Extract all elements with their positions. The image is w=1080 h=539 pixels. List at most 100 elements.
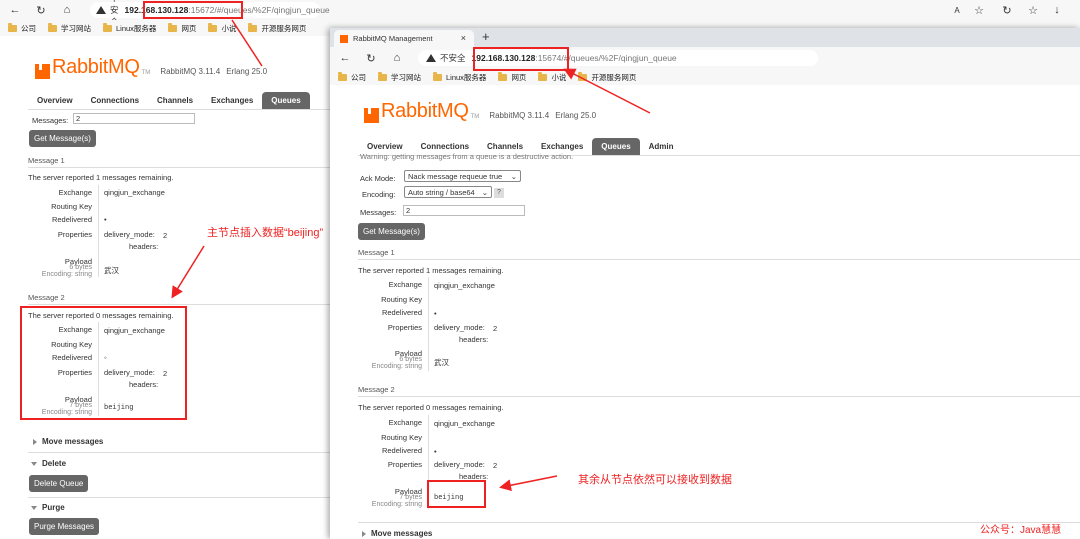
main-node-annotation: 主节点插入数据“beijing” bbox=[207, 227, 324, 239]
encoding-label: Encoding: bbox=[362, 190, 396, 199]
back-nav-tabs: Overview Connections Channels Exchanges … bbox=[28, 92, 330, 110]
m1-headers-label: headers: bbox=[129, 242, 159, 251]
download-icon[interactable]: ↓ bbox=[1048, 1, 1066, 19]
home-icon[interactable]: ⌂ bbox=[388, 49, 406, 67]
move-messages-section[interactable]: Move messages bbox=[33, 437, 103, 446]
messages-input[interactable]: 2 bbox=[73, 113, 195, 124]
folder-icon bbox=[248, 22, 258, 32]
bookmark-linux[interactable]: Linux服务器 bbox=[433, 71, 486, 83]
folder-icon bbox=[168, 22, 178, 32]
tab-overview[interactable]: Overview bbox=[28, 92, 82, 109]
message-2-highlight-box bbox=[20, 306, 187, 420]
collections-icon[interactable]: ☆ bbox=[1024, 1, 1042, 19]
divider bbox=[358, 396, 1080, 397]
move-messages-section[interactable]: Move messages bbox=[362, 529, 432, 538]
tab-channels[interactable]: Channels bbox=[148, 92, 202, 109]
help-icon[interactable]: ? bbox=[494, 188, 504, 198]
rabbitmq-favicon-icon bbox=[340, 34, 348, 43]
m1-redelivered-label: Redelivered bbox=[381, 308, 422, 317]
rabbitmq-logo-icon bbox=[364, 108, 379, 123]
ack-mode-select[interactable]: Nack message requeue true ⌄ bbox=[404, 170, 521, 182]
bookmark-opensource[interactable]: 开源服务网页 bbox=[578, 71, 636, 83]
m2-properties-label: Properties bbox=[387, 460, 422, 469]
front-url-highlight-box bbox=[473, 47, 569, 71]
front-bookmarks-bar: 公司 学习网站 Linux服务器 网页 小说 开源服务网页 bbox=[330, 69, 1080, 85]
encoding-select[interactable]: Auto string / base64 ⌄ bbox=[404, 186, 492, 198]
bookmark-company[interactable]: 公司 bbox=[338, 71, 366, 83]
reload-icon[interactable]: ↻ bbox=[362, 49, 380, 67]
tab-admin[interactable]: Admin bbox=[640, 138, 683, 155]
m2-redelivered-label: Redelivered bbox=[381, 446, 422, 455]
bookmark-company[interactable]: 公司 bbox=[8, 22, 36, 34]
m1-exchange-label: Exchange bbox=[58, 188, 92, 197]
divider bbox=[28, 497, 330, 498]
m2-payload-bytes: 7 bytes bbox=[399, 494, 422, 501]
message-1-reported: The server reported 1 messages remaining… bbox=[358, 266, 504, 275]
front-browser-tab[interactable]: RabbitMQ Management × bbox=[334, 30, 474, 47]
messages-input[interactable]: 2 bbox=[403, 205, 525, 216]
folder-icon bbox=[103, 22, 112, 32]
m2-exchange-label: Exchange bbox=[388, 418, 422, 427]
m1-payload-encoding: Encoding: string bbox=[371, 363, 422, 370]
message-2-reported: The server reported 0 messages remaining… bbox=[358, 403, 504, 412]
erlang-label: Erlang 25.0 bbox=[555, 111, 597, 120]
divider bbox=[28, 167, 330, 168]
read-aloud-icon[interactable]: A bbox=[948, 1, 966, 19]
m2-delivery-mode-value: 2 bbox=[493, 461, 498, 470]
bookmark-study[interactable]: 学习网站 bbox=[48, 22, 91, 34]
m1-routing-label: Routing Key bbox=[381, 295, 422, 304]
tab-exchanges[interactable]: Exchanges bbox=[202, 92, 262, 109]
reload-icon[interactable]: ↻ bbox=[32, 1, 50, 19]
get-messages-button[interactable]: Get Message(s) bbox=[358, 223, 425, 240]
divider bbox=[28, 304, 330, 305]
expand-arrow-icon bbox=[362, 530, 366, 537]
folder-icon bbox=[498, 71, 508, 81]
bookmark-web[interactable]: 网页 bbox=[498, 71, 526, 83]
m1-payload-encoding: Encoding: string bbox=[41, 271, 92, 278]
m1-exchange-label: Exchange bbox=[388, 280, 422, 289]
m1-exchange-value: qingjun_exchange bbox=[434, 281, 495, 290]
bookmark-opensource[interactable]: 开源服务网页 bbox=[248, 22, 306, 34]
message-1-title: Message 1 bbox=[28, 156, 65, 165]
message-1-title: Message 1 bbox=[358, 248, 395, 257]
purge-section[interactable]: Purge bbox=[31, 503, 65, 512]
erlang-label: Erlang 25.0 bbox=[226, 67, 268, 76]
m2-routing-label: Routing Key bbox=[381, 433, 422, 442]
get-messages-button[interactable]: Get Message(s) bbox=[29, 130, 96, 147]
m2-payload-encoding: Encoding: string bbox=[371, 501, 422, 508]
back-arrow-icon[interactable]: ← bbox=[6, 1, 24, 19]
back-arrow-icon[interactable]: ← bbox=[336, 49, 354, 67]
close-tab-icon[interactable]: × bbox=[461, 33, 466, 43]
m1-column-divider bbox=[428, 277, 429, 371]
tab-queues[interactable]: Queues bbox=[262, 92, 310, 109]
folder-icon bbox=[578, 71, 588, 81]
m1-payload-value: 武汉 bbox=[104, 266, 119, 275]
tab-connections[interactable]: Connections bbox=[82, 92, 148, 109]
front-rabbitmq-logo: RabbitMQ TM RabbitMQ 3.11.4 Erlang 25.0 bbox=[364, 100, 596, 123]
bookmark-web[interactable]: 网页 bbox=[168, 22, 196, 34]
delete-section[interactable]: Delete bbox=[31, 459, 66, 468]
bookmark-novel[interactable]: 小说 bbox=[208, 22, 236, 34]
m1-redelivered-label: Redelivered bbox=[51, 215, 92, 224]
folder-icon bbox=[538, 71, 548, 81]
collapse-arrow-icon bbox=[31, 461, 37, 466]
messages-label: Messages: bbox=[360, 208, 397, 217]
bookmark-study[interactable]: 学习网站 bbox=[378, 71, 421, 83]
home-icon[interactable]: ⌂ bbox=[58, 1, 76, 19]
favorite-star-icon[interactable]: ☆ bbox=[970, 1, 988, 19]
not-secure-indicator[interactable]: 不安全 bbox=[426, 52, 466, 64]
rabbitmq-logo-icon bbox=[35, 64, 50, 79]
delete-queue-button[interactable]: Delete Queue bbox=[29, 475, 89, 492]
purge-messages-button[interactable]: Purge Messages bbox=[29, 518, 100, 535]
destructive-warning: Warning: getting messages from a queue i… bbox=[360, 152, 574, 161]
m1-column-divider bbox=[98, 185, 99, 277]
arrow-to-message-2 bbox=[171, 245, 205, 299]
tab-queues[interactable]: Queues bbox=[592, 138, 640, 155]
bookmark-linux[interactable]: Linux服务器 bbox=[103, 22, 156, 34]
bookmark-novel[interactable]: 小说 bbox=[538, 71, 566, 83]
new-tab-icon[interactable]: + bbox=[482, 29, 490, 44]
version-label: RabbitMQ 3.11.4 bbox=[160, 67, 221, 76]
refresh-icon[interactable]: ↻ bbox=[998, 1, 1016, 19]
m1-routing-label: Routing Key bbox=[51, 202, 92, 211]
m1-delivery-mode-value: 2 bbox=[163, 231, 168, 240]
